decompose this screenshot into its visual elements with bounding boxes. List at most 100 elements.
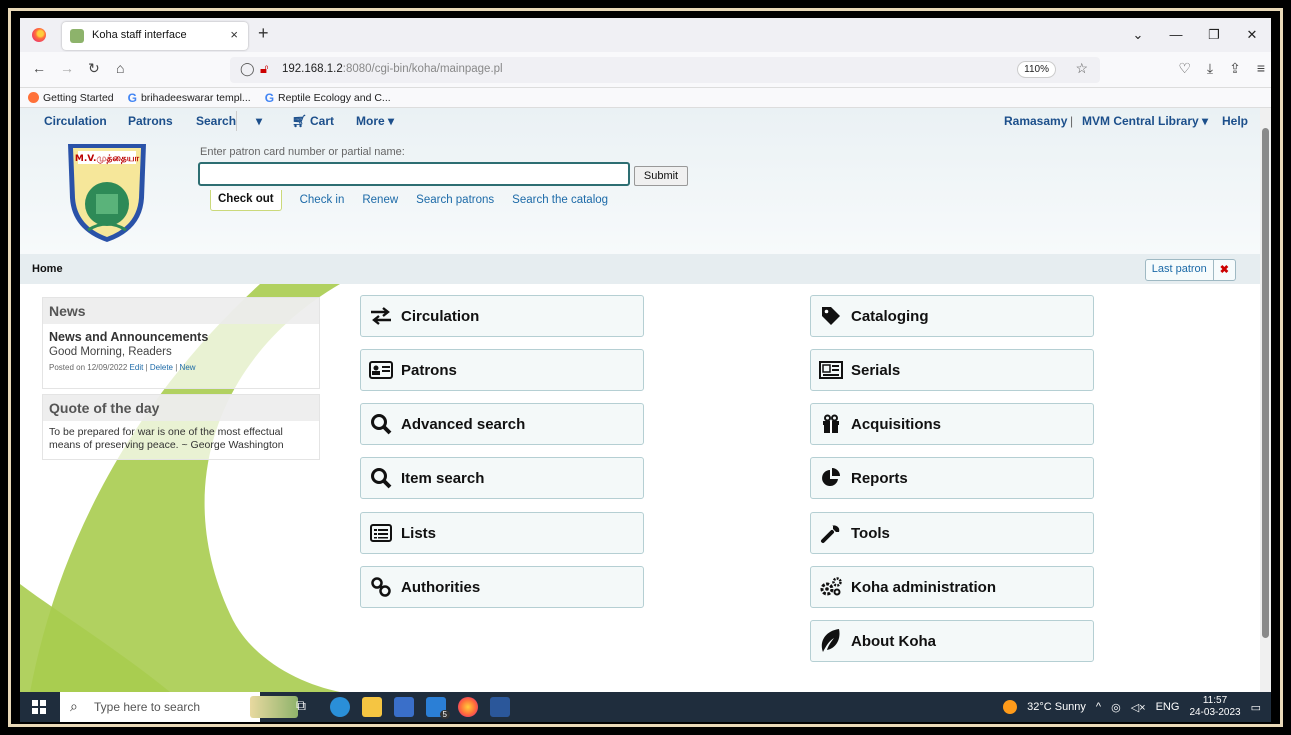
tab-check-in[interactable]: Check in [300, 194, 345, 206]
weather-text[interactable]: 32°C Sunny [1027, 701, 1086, 713]
tab-close-icon[interactable]: × [230, 27, 238, 42]
clock[interactable]: 11:57 24-03-2023 [1189, 695, 1240, 719]
tab-list-chevron-icon[interactable]: ⌄ [1119, 18, 1157, 52]
mail-icon[interactable]: 5 [426, 697, 450, 719]
module-cataloging[interactable]: Cataloging [810, 295, 1094, 337]
volume-icon[interactable]: ◁× [1131, 701, 1146, 714]
menu-cart[interactable]: Cart [310, 114, 334, 128]
module-serials[interactable]: Serials [810, 349, 1094, 391]
photo-frame: Koha staff interface × + ⌄ — ❐ ✕ ← → ↻ ⌂… [0, 0, 1291, 735]
module-item-search[interactable]: Item search [360, 457, 644, 499]
patron-search-input[interactable] [198, 162, 630, 186]
firefox-icon[interactable] [458, 697, 478, 717]
edge-icon[interactable] [330, 697, 350, 717]
chevron-down-icon[interactable]: ▾ [256, 114, 262, 128]
app-menu-icon[interactable]: ≡ [1257, 60, 1265, 77]
module-about-koha[interactable]: About Koha [810, 620, 1094, 662]
module-koha-administration[interactable]: Koha administration [810, 566, 1094, 608]
last-patron-button[interactable]: Last patron [1146, 260, 1213, 280]
tab-title: Koha staff interface [92, 29, 187, 41]
module-authorities[interactable]: Authorities [360, 566, 644, 608]
downloads-icon[interactable]: ⤓ [1207, 60, 1213, 77]
browser-tab-strip: Koha staff interface × + ⌄ — ❐ ✕ [20, 18, 1271, 52]
scrollbar-thumb[interactable] [1262, 128, 1269, 638]
tag-icon [819, 304, 843, 328]
page-scrollbar[interactable] [1260, 108, 1271, 692]
store-icon[interactable] [394, 697, 414, 717]
koha-header: Circulation Patrons Search ▾ 🛒︎ Cart Mor… [20, 108, 1260, 254]
close-window-button[interactable]: ✕ [1233, 18, 1271, 52]
notifications-icon[interactable]: ▭ [1251, 701, 1261, 714]
svg-text:M.V.முத்தையா: M.V.முத்தையா [75, 154, 140, 164]
news-item-meta: Posted on 12/09/2022 Edit | Delete | New [49, 363, 196, 372]
news-new-link[interactable]: New [180, 363, 196, 372]
module-reports[interactable]: Reports [810, 457, 1094, 499]
task-view-icon[interactable]: ⧉ [296, 697, 316, 717]
bookmark-star-icon[interactable]: ☆ [1075, 60, 1088, 77]
menu-divider [236, 111, 237, 131]
search-icon [369, 412, 393, 436]
module-patrons[interactable]: Patrons [360, 349, 644, 391]
menu-more[interactable]: More ▾ [356, 114, 394, 128]
menu-patrons[interactable]: Patrons [128, 114, 173, 128]
menu-help[interactable]: Help [1222, 114, 1248, 128]
news-heading: News [43, 298, 319, 324]
forward-arrow-icon[interactable]: → [60, 60, 74, 76]
back-arrow-icon[interactable]: ← [32, 60, 46, 76]
taskbar-search[interactable]: ⌕ Type here to search [60, 692, 298, 722]
library-selector[interactable]: MVM Central Library ▾ [1082, 114, 1208, 128]
bookmark-item[interactable]: Gbrihadeeswarar templ... [128, 91, 251, 105]
menu-circulation[interactable]: Circulation [44, 114, 107, 128]
quote-panel: Quote of the day To be prepared for war … [42, 394, 320, 460]
cart-icon[interactable]: 🛒︎ [292, 114, 307, 128]
module-circulation[interactable]: Circulation [360, 295, 644, 337]
language-indicator[interactable]: ENG [1156, 701, 1180, 713]
module-lists[interactable]: Lists [360, 512, 644, 554]
tab-search-patrons[interactable]: Search patrons [416, 194, 494, 206]
home-icon[interactable]: ⌂ [116, 60, 124, 76]
network-icon[interactable]: ◎ [1111, 701, 1121, 714]
browser-tab[interactable]: Koha staff interface × [62, 22, 248, 50]
koha-favicon-icon [70, 29, 84, 43]
module-acquisitions[interactable]: Acquisitions [810, 403, 1094, 445]
zoom-level-badge[interactable]: 110% [1017, 61, 1056, 78]
url-text[interactable]: 192.168.1.2:8080/cgi-bin/koha/mainpage.p… [282, 63, 503, 75]
windows-start-icon[interactable] [32, 700, 46, 714]
firefox-menu-icon[interactable] [32, 28, 46, 42]
window-controls: ⌄ — ❐ ✕ [1119, 18, 1271, 52]
search-icon [369, 466, 393, 490]
list-icon [369, 521, 393, 545]
koha-page: Circulation Patrons Search ▾ 🛒︎ Cart Mor… [20, 108, 1260, 692]
library-logo: M.V.முத்தையா [68, 144, 146, 242]
exchange-icon [369, 304, 393, 328]
file-explorer-icon[interactable] [362, 697, 382, 717]
logged-in-user[interactable]: Ramasamy [1004, 114, 1067, 128]
minimize-button[interactable]: — [1157, 18, 1195, 52]
news-edit-link[interactable]: Edit [130, 363, 144, 372]
id-card-icon [369, 358, 393, 382]
news-delete-link[interactable]: Delete [150, 363, 173, 372]
share-icon[interactable]: ⇪ [1229, 60, 1241, 77]
word-icon[interactable] [490, 697, 510, 717]
breadcrumb-home[interactable]: Home [32, 263, 63, 275]
module-tools[interactable]: Tools [810, 512, 1094, 554]
close-icon[interactable]: ✖ [1212, 260, 1235, 280]
pocket-icon[interactable]: ♡ [1178, 60, 1191, 77]
menu-search[interactable]: Search [196, 114, 236, 128]
restore-button[interactable]: ❐ [1195, 18, 1233, 52]
submit-button[interactable]: Submit [634, 166, 688, 186]
bookmarks-bar: Getting Started Gbrihadeeswarar templ...… [20, 88, 1271, 108]
bookmark-item[interactable]: G Reptile Ecology and C... [265, 91, 391, 105]
insecure-lock-icon[interactable]: 🔓︎ [260, 61, 268, 77]
bookmark-item[interactable]: Getting Started [28, 92, 114, 104]
url-bar[interactable]: ◯ 🔓︎ 192.168.1.2:8080/cgi-bin/koha/mainp… [230, 57, 1100, 83]
tracking-shield-icon[interactable]: ◯ [240, 61, 255, 77]
tab-renew[interactable]: Renew [362, 194, 398, 206]
new-tab-button[interactable]: + [258, 23, 269, 44]
tray-chevron-icon[interactable]: ^ [1096, 701, 1101, 713]
weather-sun-icon [1003, 700, 1018, 714]
tab-check-out[interactable]: Check out [210, 189, 282, 211]
module-advanced-search[interactable]: Advanced search [360, 403, 644, 445]
reload-icon[interactable]: ↻ [88, 60, 100, 77]
tab-search-catalog[interactable]: Search the catalog [512, 194, 608, 206]
